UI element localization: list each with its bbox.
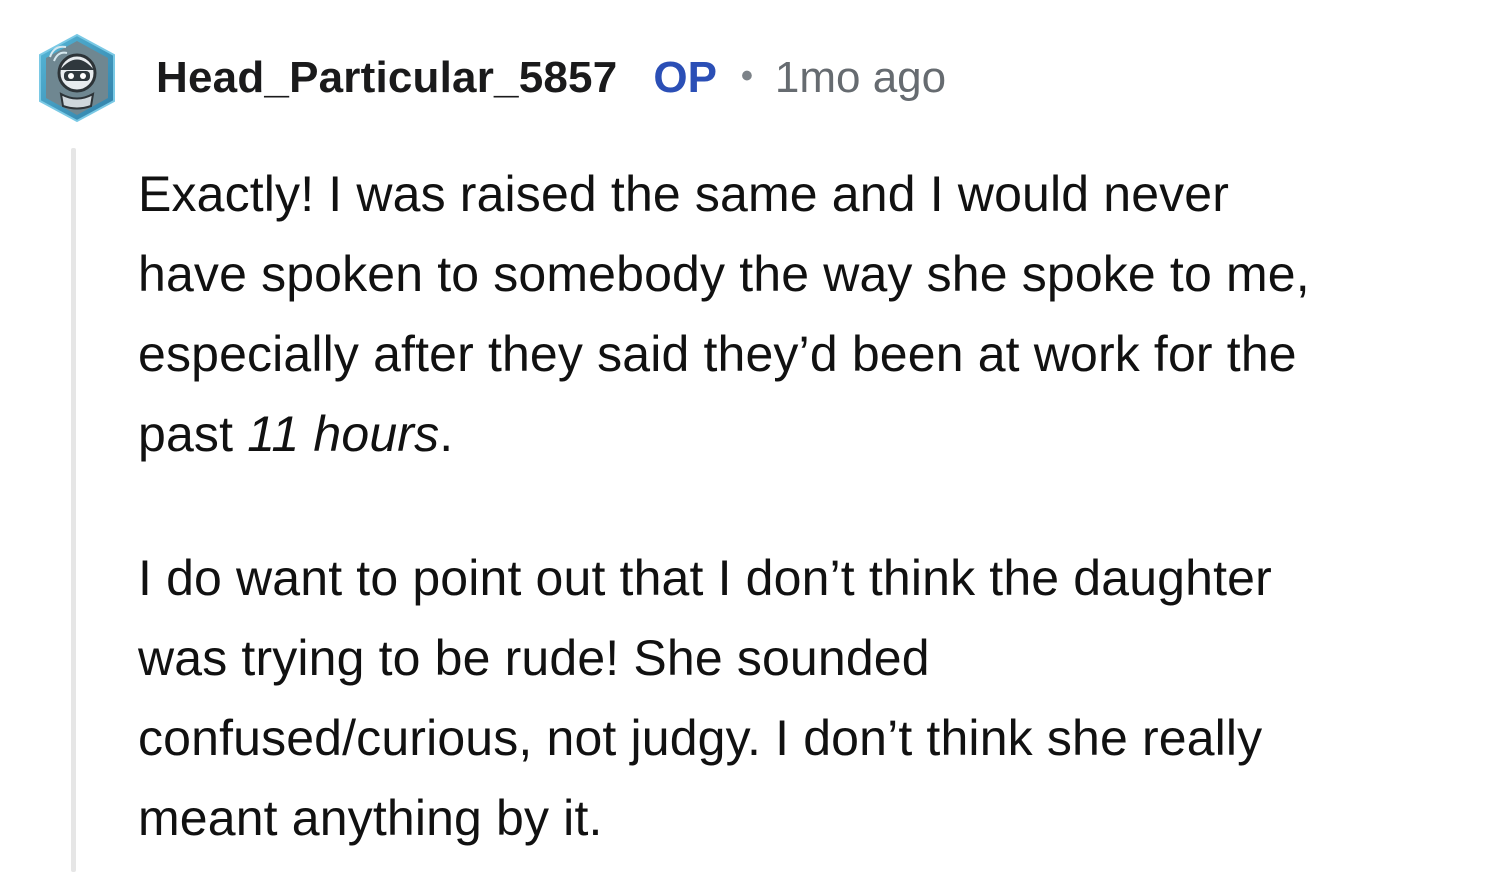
comment-line-suffix: . bbox=[439, 406, 454, 462]
emphasized-text: 11 hours bbox=[247, 406, 440, 462]
comment-line: Exactly! I was raised the same and I wou… bbox=[138, 166, 1230, 222]
comment-line: was trying to be rude! She sounded bbox=[138, 630, 930, 686]
comment-line-prefix: past bbox=[138, 406, 248, 462]
comment-line: especially after they said they’d been a… bbox=[138, 326, 1297, 382]
comment-header: Head_Particular_5857 OP • 1mo ago bbox=[30, 30, 946, 126]
comment-body: Exactly! I was raised the same and I wou… bbox=[138, 154, 1498, 858]
comment-line: I do want to point out that I don’t thin… bbox=[138, 550, 1272, 606]
avatar[interactable] bbox=[30, 31, 124, 125]
op-badge: OP bbox=[653, 53, 717, 102]
robot-avatar-icon bbox=[39, 33, 115, 123]
comment-line: confused/curious, not judgy. I don’t thi… bbox=[138, 710, 1263, 766]
comment-line: meant anything by it. bbox=[138, 790, 603, 846]
comment-line: have spoken to somebody the way she spok… bbox=[138, 246, 1310, 302]
username[interactable]: Head_Particular_5857 bbox=[156, 53, 617, 103]
comment-paragraph: Exactly! I was raised the same and I wou… bbox=[138, 154, 1498, 474]
meta-separator: • bbox=[740, 56, 753, 95]
comment: Head_Particular_5857 OP • 1mo ago Exactl… bbox=[0, 0, 1510, 872]
thread-line[interactable] bbox=[71, 148, 76, 872]
comment-paragraph: I do want to point out that I don’t thin… bbox=[138, 538, 1498, 858]
timestamp[interactable]: 1mo ago bbox=[775, 53, 946, 103]
